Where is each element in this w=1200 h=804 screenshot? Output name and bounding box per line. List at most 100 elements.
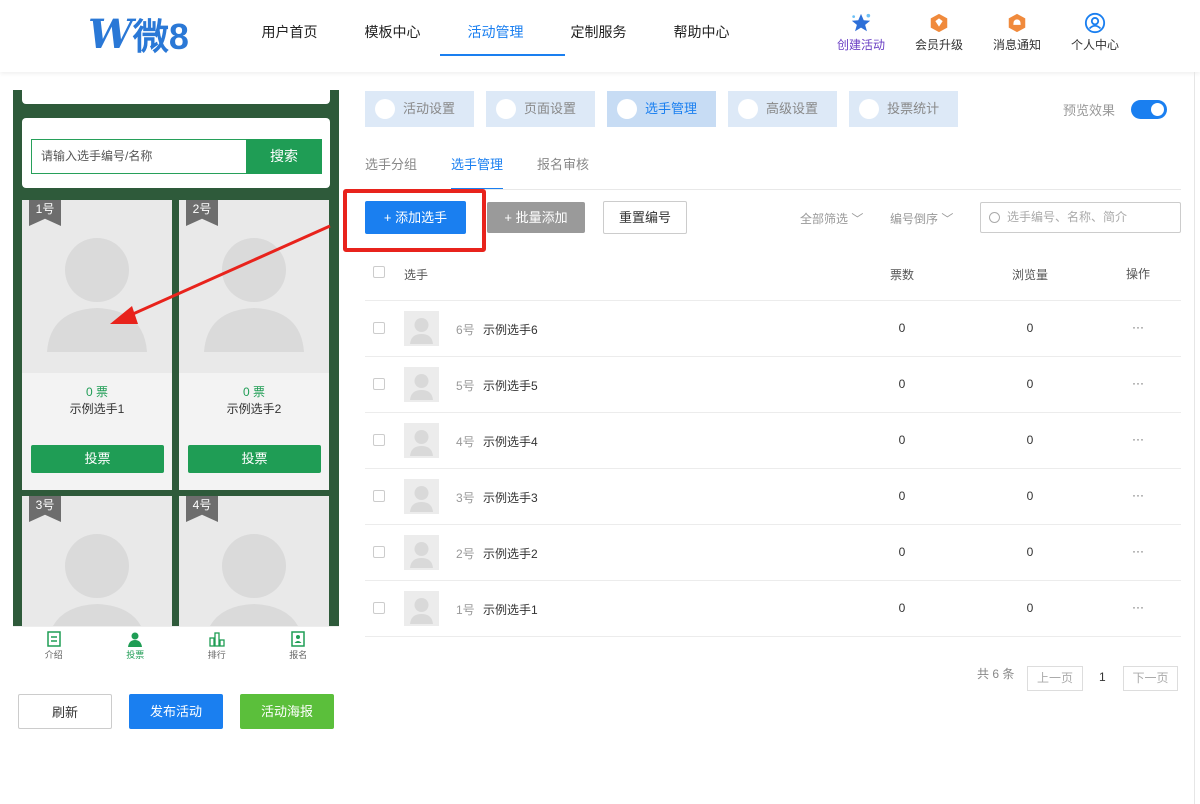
tab-vote-statistics[interactable]: 投票统计 — [849, 91, 959, 127]
more-actions-button[interactable]: ··· — [1123, 320, 1153, 334]
tab-activity-settings[interactable]: 活动设置 — [365, 91, 475, 127]
preview-nav-ranking[interactable]: 排行 — [176, 627, 258, 670]
more-actions-button[interactable]: ··· — [1123, 432, 1153, 446]
player-number: 3号 — [456, 491, 475, 505]
preview-search-button[interactable]: 搜索 — [246, 139, 322, 174]
personal-center-button[interactable]: 个人中心 — [1056, 12, 1134, 53]
votes-cell: 0 — [898, 489, 906, 503]
views-cell: 0 — [1026, 321, 1034, 335]
views-cell: 0 — [1026, 601, 1034, 615]
row-checkbox[interactable] — [373, 322, 385, 334]
avatar — [404, 367, 439, 402]
preview-search-input[interactable]: 请输入选手编号/名称 — [31, 139, 247, 174]
player-number: 6号 — [456, 323, 475, 337]
player-search-input[interactable]: 选手编号、名称、简介 — [980, 202, 1181, 233]
activity-poster-button[interactable]: 活动海报 — [240, 694, 334, 729]
document-icon — [47, 631, 61, 647]
row-checkbox[interactable] — [373, 378, 385, 390]
member-upgrade-button[interactable]: 会员升级 — [900, 12, 978, 53]
page-icon — [496, 99, 517, 119]
star-icon — [851, 13, 871, 32]
filter-all-dropdown[interactable]: 全部筛选 ﹀ — [800, 210, 863, 227]
preview-toggle-group: 预览效果 — [1063, 100, 1168, 119]
nav-user-home[interactable]: 用户首页 — [238, 0, 341, 72]
avatar-placeholder-icon — [410, 430, 433, 456]
tab-advanced-settings[interactable]: 高级设置 — [728, 91, 838, 127]
table-row: 1号 示例选手1 0 0 ··· — [365, 581, 1181, 637]
vote-button[interactable]: 投票 — [188, 445, 321, 473]
next-page-button[interactable]: 下一页 — [1123, 666, 1178, 691]
select-all-checkbox[interactable] — [373, 266, 385, 278]
avatar-placeholder-icon — [204, 238, 304, 352]
preview-nav-signup[interactable]: 报名 — [258, 627, 340, 670]
player-number: 1号 — [456, 603, 475, 617]
more-actions-button[interactable]: ··· — [1123, 600, 1153, 614]
avatar-placeholder-icon — [410, 486, 433, 512]
tab-label: 页面设置 — [524, 101, 577, 116]
preview-nav-vote[interactable]: 投票 — [95, 627, 177, 670]
logo-mark: W — [88, 10, 133, 58]
user-circle-icon — [1084, 12, 1106, 34]
header-actions: 创建活动 会员升级 消息通知 个人中心 — [822, 12, 1134, 53]
player-name: 示例选手3 — [483, 491, 538, 505]
create-activity-button[interactable]: 创建活动 — [822, 12, 900, 53]
nav-activity-management[interactable]: 活动管理 — [440, 0, 565, 72]
nav-help-center[interactable]: 帮助中心 — [650, 0, 753, 72]
preview-top-card — [22, 90, 330, 104]
bell-badge-icon — [1008, 13, 1026, 33]
member-upgrade-label: 会员升级 — [914, 38, 963, 52]
player-name: 示例选手2 — [483, 547, 538, 561]
row-checkbox[interactable] — [373, 602, 385, 614]
player-card[interactable]: 4号 — [179, 496, 329, 626]
table-row: 5号 示例选手5 0 0 ··· — [365, 357, 1181, 413]
player-card[interactable]: 1号 0 票 示例选手1 投票 — [22, 200, 172, 490]
player-photo — [22, 200, 172, 373]
tab-label: 活动设置 — [403, 101, 456, 116]
search-placeholder: 选手编号、名称、简介 — [1007, 210, 1128, 224]
player-card[interactable]: 2号 0 票 示例选手2 投票 — [179, 200, 329, 490]
table-row: 4号 示例选手4 0 0 ··· — [365, 413, 1181, 469]
row-checkbox[interactable] — [373, 546, 385, 558]
avatar — [404, 535, 439, 570]
prev-page-button[interactable]: 上一页 — [1027, 666, 1083, 691]
avatar — [404, 311, 439, 346]
reset-numbering-button[interactable]: 重置编号 — [603, 201, 687, 234]
sort-order-label: 编号倒序 — [890, 212, 939, 226]
preview-nav-intro[interactable]: 介绍 — [13, 627, 95, 670]
logo[interactable]: W 微8 — [88, 10, 189, 58]
publish-activity-button[interactable]: 发布活动 — [129, 694, 223, 729]
more-actions-button[interactable]: ··· — [1123, 376, 1153, 390]
preview-search-card: 请输入选手编号/名称 搜索 — [22, 118, 330, 188]
player-card[interactable]: 3号 — [22, 496, 172, 626]
player-photo — [179, 496, 329, 626]
chevron-down-icon: ﹀ — [851, 212, 864, 226]
annotation-highlight-box — [343, 189, 486, 252]
more-actions-button[interactable]: ··· — [1123, 488, 1153, 502]
nav-custom-service[interactable]: 定制服务 — [547, 0, 650, 72]
row-checkbox[interactable] — [373, 434, 385, 446]
header-views: 浏览量 — [1011, 268, 1048, 282]
refresh-button[interactable]: 刷新 — [18, 694, 112, 729]
avatar-placeholder-icon — [53, 534, 141, 626]
vote-button[interactable]: 投票 — [31, 445, 164, 473]
subtab-signup-review[interactable]: 报名审核 — [537, 154, 589, 190]
current-page[interactable]: 1 — [1099, 670, 1106, 684]
tab-player-management[interactable]: 选手管理 — [607, 91, 717, 127]
top-header: W 微8 用户首页 模板中心 活动管理 定制服务 帮助中心 创建活动 会员升级 … — [0, 0, 1200, 72]
signup-icon — [291, 631, 305, 647]
row-checkbox[interactable] — [373, 490, 385, 502]
filter-all-label: 全部筛选 — [800, 212, 849, 226]
more-actions-button[interactable]: ··· — [1123, 544, 1153, 558]
preview-toggle[interactable] — [1131, 100, 1168, 119]
batch-add-button[interactable]: + 批量添加 — [487, 202, 585, 233]
person-icon — [128, 632, 143, 647]
player-number: 2号 — [456, 547, 475, 561]
tab-page-settings[interactable]: 页面设置 — [486, 91, 596, 127]
nav-template-center[interactable]: 模板中心 — [341, 0, 444, 72]
player-name: 示例选手1 — [69, 402, 125, 416]
sort-order-dropdown[interactable]: 编号倒序 ﹀ — [890, 210, 953, 227]
subtab-player-management[interactable]: 选手管理 — [451, 154, 504, 190]
notifications-button[interactable]: 消息通知 — [978, 12, 1056, 53]
subtab-player-groups[interactable]: 选手分组 — [365, 154, 417, 190]
panel-right-border — [1194, 72, 1200, 804]
